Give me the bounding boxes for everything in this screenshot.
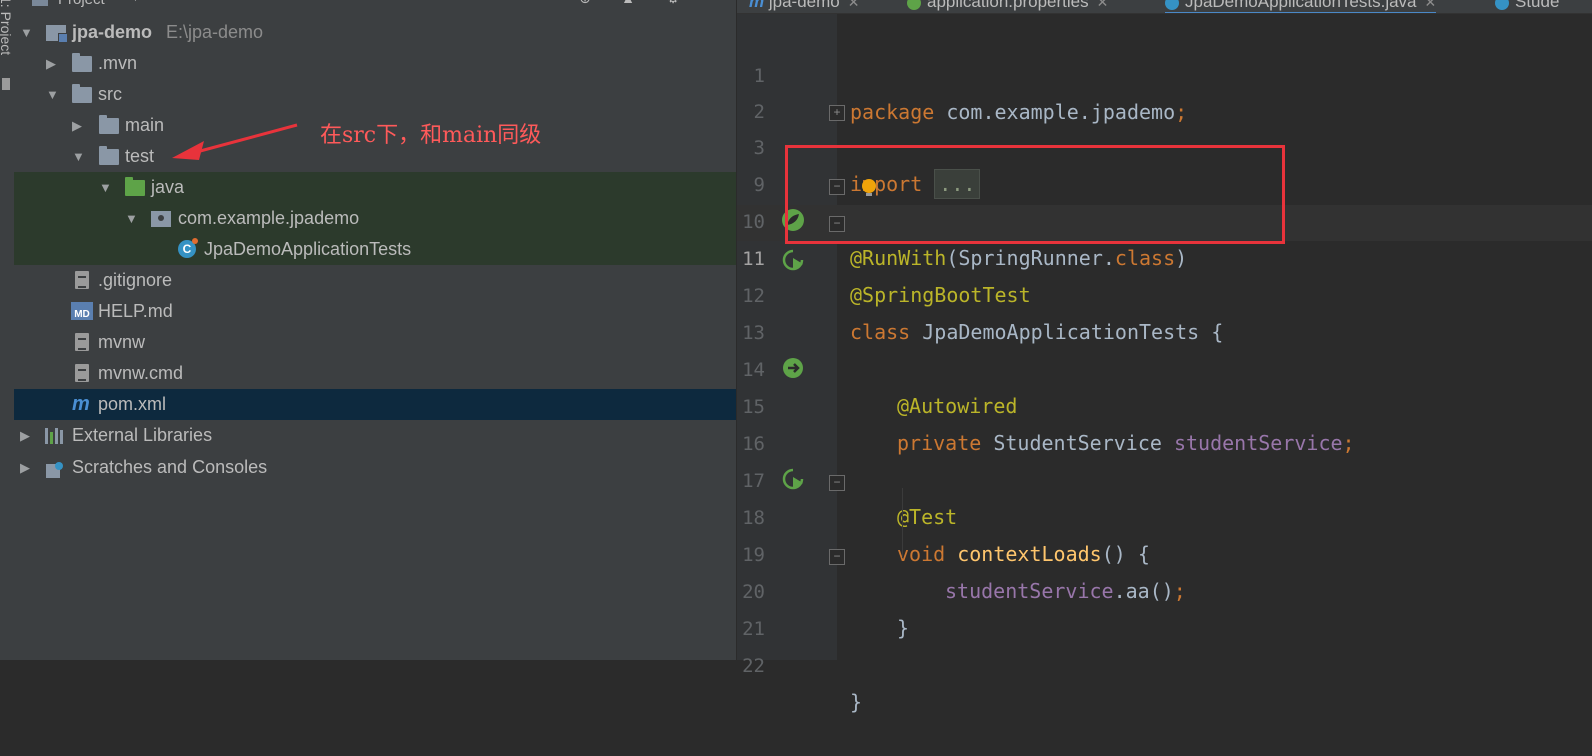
code-line[interactable]: 15 private StudentService studentService… [737, 353, 1592, 455]
maven-icon: m [749, 0, 765, 11]
lightbulb-icon[interactable] [861, 178, 877, 198]
code-line[interactable]: 21 [737, 575, 1592, 640]
properties-file-icon [907, 0, 921, 10]
project-panel: Project ▼ ⊕ ▲ ⚙ ▼ jpa-demo E:\jpa-demo ▶… [14, 0, 737, 660]
annotation-text: 在src下，和main同级 [320, 123, 542, 148]
tab-label: jpa-demo [768, 0, 840, 11]
project-tool-strip[interactable]: 1: Project [0, 0, 15, 660]
close-icon[interactable]: ✕ [848, 0, 860, 10]
test-class-icon [1165, 0, 1179, 10]
code-line[interactable]: 20 } [737, 538, 1592, 640]
code-line[interactable]: 17 @Test [737, 427, 1592, 529]
collapse-fold-icon[interactable]: − [829, 216, 845, 232]
annotation-arrow [172, 123, 298, 160]
code-editor[interactable]: 1 package com.example.jpademo; 2 3 impor… [737, 14, 1592, 714]
code-line[interactable]: 22 } [737, 612, 1592, 714]
collapse-fold-icon[interactable]: − [829, 549, 845, 565]
code-line[interactable]: 12 class JpaDemoApplicationTests { [737, 242, 1592, 344]
code-line[interactable]: 19 studentService.aa(); [737, 501, 1592, 603]
code-line[interactable]: 16 [737, 390, 1592, 455]
close-icon[interactable]: ✕ [1097, 0, 1109, 10]
project-tool-strip-label[interactable]: 1: Project [0, 0, 14, 76]
run-test-icon[interactable] [781, 248, 805, 272]
tab-student[interactable]: Stude [1495, 0, 1559, 12]
tab-label: Stude [1515, 0, 1560, 11]
tab-label: application.properties [927, 0, 1089, 11]
code-line[interactable]: 1 package com.example.jpademo; [737, 22, 1592, 124]
spring-leaf-icon[interactable] [781, 208, 805, 232]
navigate-bean-icon[interactable] [781, 356, 805, 380]
code-line[interactable]: 2 [737, 58, 1592, 123]
line-number: 22 [742, 655, 765, 677]
code-line[interactable]: 18 void contextLoads() { [737, 464, 1592, 566]
code-line[interactable]: 14 @Autowired [737, 316, 1592, 418]
collapse-fold-icon[interactable]: − [829, 179, 845, 195]
code-line[interactable]: 11 @SpringBootTest [737, 205, 1592, 307]
class-icon [1495, 0, 1509, 10]
run-test-icon[interactable] [781, 467, 805, 491]
tab-application-properties[interactable]: application.properties ✕ [907, 0, 1108, 12]
tab-jpa-demo[interactable]: m jpa-demo ✕ [749, 0, 859, 12]
code-line[interactable]: 3 import ... [737, 94, 1592, 199]
code-line[interactable]: 9 [737, 131, 1592, 196]
tab-label: JpaDemoApplicationTests.java [1185, 0, 1417, 11]
editor-tab-bar: m jpa-demo ✕ application.properties ✕ JpaD… [737, 0, 1592, 14]
close-icon[interactable]: ✕ [1425, 0, 1437, 10]
collapse-fold-icon[interactable]: − [829, 475, 845, 491]
expand-fold-icon[interactable]: + [829, 105, 845, 121]
tab-test-class[interactable]: JpaDemoApplicationTests.java ✕ [1165, 0, 1437, 13]
code-line[interactable]: 13 [737, 279, 1592, 344]
tool-strip-marker [2, 78, 10, 90]
